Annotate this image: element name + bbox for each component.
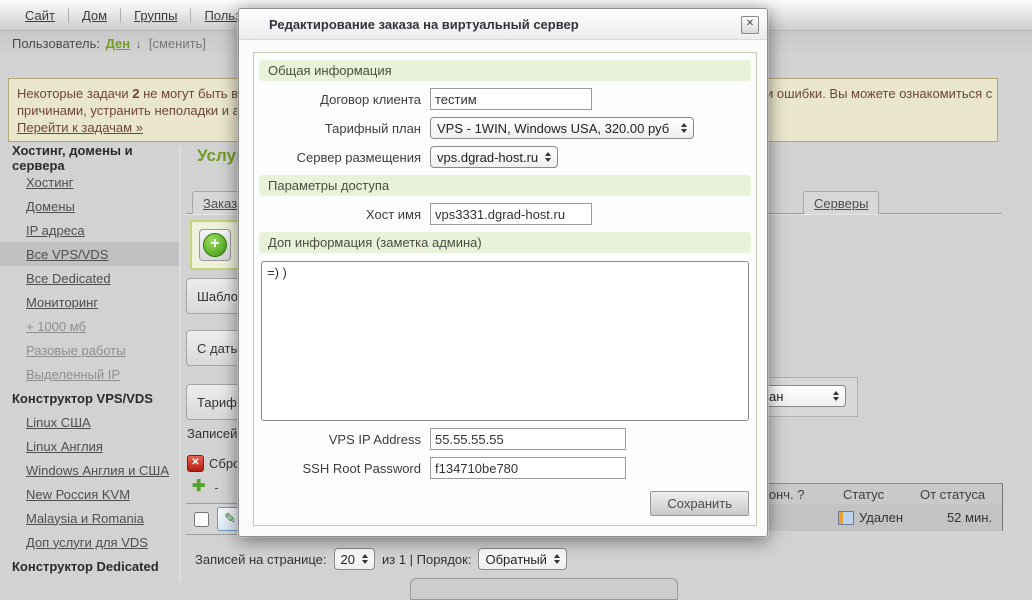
nav-item-site[interactable]: Сайт — [12, 8, 69, 23]
per-page-label: Записей на странице: — [195, 552, 327, 567]
stepper-arrows-icon — [833, 391, 839, 401]
sidebar-item-malaysia-romania[interactable]: Malaysia и Romania — [0, 506, 179, 530]
sidebar-item-one-time-jobs[interactable]: Разовые работы — [0, 338, 179, 362]
column-end: конч. ? — [763, 487, 804, 502]
hostname-label: Хост имя — [259, 207, 421, 222]
user-label: Пользователь: — [12, 36, 100, 51]
sidebar-item-domains[interactable]: Домены — [0, 194, 179, 218]
records-count-label: Записей — [187, 426, 237, 441]
plan-label: Тарифный план — [259, 121, 421, 136]
orders-table-row[interactable]: Удален 52 мин. — [742, 504, 1003, 531]
stepper-arrows-icon — [681, 123, 687, 133]
reset-filters-label: Сбро — [209, 456, 240, 471]
order-form: Общая информация Договор клиента Тарифны… — [253, 52, 757, 526]
section-admin-note: Доп информация (заметка админа) — [259, 232, 751, 253]
add-row-plus-icon[interactable]: ✚ — [192, 479, 205, 495]
sidebar-item-hosting[interactable]: Хостинг — [0, 170, 179, 194]
user-name-link[interactable]: Ден — [106, 36, 131, 51]
ssh-password-input[interactable] — [430, 457, 626, 479]
section-general-info: Общая информация — [259, 60, 751, 81]
placement-server-label: Сервер размещения — [259, 150, 421, 165]
sidebar-section-hosting: Хостинг, домены и сервера — [0, 146, 179, 170]
save-button[interactable]: Сохранить — [650, 491, 749, 516]
status-icon — [838, 511, 854, 525]
stepper-arrows-icon — [545, 152, 551, 162]
sidebar-item-ip-addresses[interactable]: IP адреса — [0, 218, 179, 242]
edit-order-dialog: Редактирование заказа на виртуальный сер… — [238, 8, 768, 537]
add-order-button[interactable]: + — [199, 229, 231, 261]
user-dropdown-arrow-icon[interactable]: ↓ — [136, 39, 142, 51]
reset-filters-control[interactable]: ✕ Сбро — [187, 455, 240, 472]
placement-server-select[interactable]: vps.dgrad-host.ru — [430, 146, 558, 168]
sidebar-item-monitoring[interactable]: Мониторинг — [0, 290, 179, 314]
warning-line2: причинами, устранить неполадки и акти — [17, 103, 259, 118]
page-count-label: из 1 | Порядок: — [382, 552, 471, 567]
contract-label: Договор клиента — [259, 92, 421, 107]
row-status-value: Удален — [859, 510, 903, 525]
stepper-arrows-icon — [554, 554, 560, 564]
hostname-input[interactable] — [430, 203, 592, 225]
nav-item-home[interactable]: Дом — [69, 8, 121, 23]
sidebar-section-dedicated-constructor: Конструктор Dedicated — [0, 554, 179, 578]
order-select[interactable]: Обратный — [478, 548, 566, 570]
warning-line1-left: Некоторые задачи 2 не могут быть выпо — [17, 86, 262, 101]
plan-select[interactable]: VPS - 1WIN, Windows USA, 320.00 руб — [430, 117, 694, 139]
column-since-status: От статуса — [920, 487, 985, 502]
ssh-password-label: SSH Root Password — [259, 461, 421, 476]
dialog-title: Редактирование заказа на виртуальный сер… — [239, 9, 767, 40]
sidebar-item-1000mb[interactable]: + 1000 мб — [0, 314, 179, 338]
add-row-control: ✚ - — [192, 479, 219, 495]
per-page-select[interactable]: 20 — [334, 548, 375, 570]
row-since-value: 52 мин. — [947, 510, 992, 525]
row-checkbox[interactable] — [194, 512, 209, 527]
warning-line1-right: и ошибки. Вы можете ознакомиться с — [766, 86, 992, 101]
sidebar-item-all-vps[interactable]: Все VPS/VDS — [0, 242, 179, 266]
sidebar-item-windows-england-usa[interactable]: Windows Англия и США — [0, 458, 179, 482]
sidebar-item-new-russia-kvm[interactable]: New Россия KVM — [0, 482, 179, 506]
plus-icon: + — [203, 233, 227, 257]
sidebar: Хостинг, домены и сервера Хостинг Домены… — [0, 146, 179, 578]
vps-ip-input[interactable] — [430, 428, 626, 450]
nav-item-groups[interactable]: Группы — [121, 8, 191, 23]
dialog-body: Общая информация Договор клиента Тарифны… — [239, 40, 767, 536]
close-icon[interactable]: ✕ — [741, 16, 759, 34]
orders-table-header: конч. ? Статус От статуса — [742, 483, 1003, 505]
section-access-params: Параметры доступа — [259, 175, 751, 196]
admin-note-textarea[interactable]: =) ) — [261, 261, 749, 421]
reset-icon: ✕ — [187, 455, 204, 472]
sidebar-item-linux-usa[interactable]: Linux США — [0, 410, 179, 434]
stepper-arrows-icon — [362, 554, 368, 564]
vps-ip-label: VPS IP Address — [259, 432, 421, 447]
add-row-dash: - — [214, 480, 218, 495]
tab-servers[interactable]: Серверы — [803, 191, 879, 214]
change-user-link[interactable]: [сменить] — [149, 36, 206, 51]
column-status: Статус — [843, 487, 884, 502]
sidebar-section-vps-constructor: Конструктор VPS/VDS — [0, 386, 179, 410]
sidebar-item-dedicated-ip[interactable]: Выделенный IP — [0, 362, 179, 386]
pagination-bar: Записей на странице: 20 из 1 | Порядок: … — [195, 548, 567, 570]
sidebar-divider — [179, 146, 181, 582]
current-user-row: Пользователь: Ден ↓ [сменить] — [12, 36, 206, 51]
page-title: Услуг — [197, 146, 243, 166]
bottom-partial-panel — [410, 578, 678, 600]
sidebar-item-vds-addons[interactable]: Доп услуги для VDS — [0, 530, 179, 554]
go-to-tasks-link[interactable]: Перейти к задачам » — [17, 120, 143, 135]
contract-input[interactable] — [430, 88, 592, 110]
sidebar-item-all-dedicated[interactable]: Все Dedicated — [0, 266, 179, 290]
sidebar-item-linux-england[interactable]: Linux Англия — [0, 434, 179, 458]
status-filter-select[interactable]: зан — [756, 385, 846, 407]
